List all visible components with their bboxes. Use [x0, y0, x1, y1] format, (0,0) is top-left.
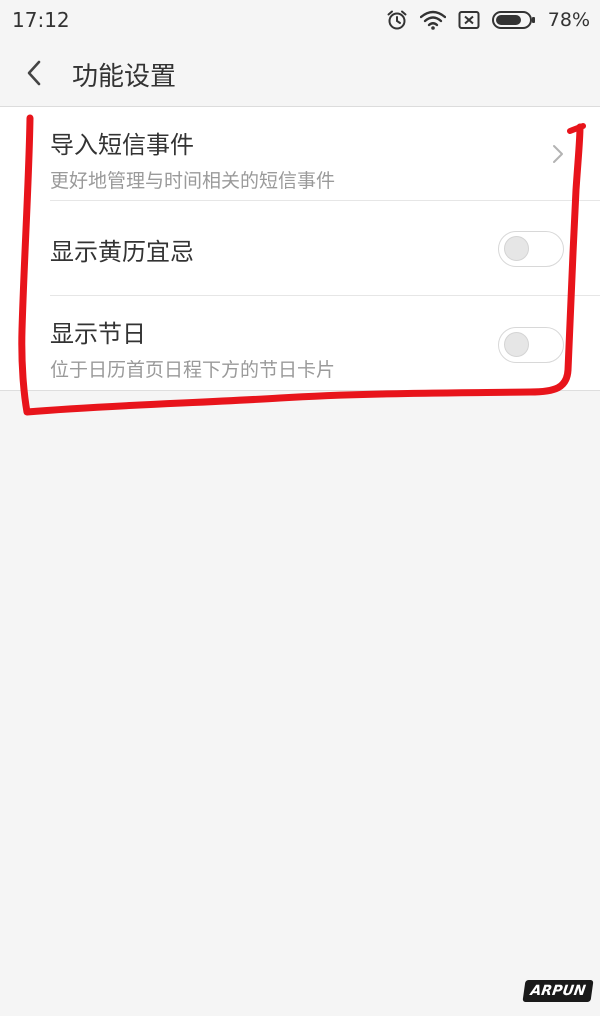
status-icons: 78%	[386, 7, 590, 33]
setting-subtitle: 更好地管理与时间相关的短信事件	[50, 170, 336, 192]
status-bar: 17:12 78%	[0, 0, 600, 40]
battery-icon	[491, 11, 535, 29]
holidays-toggle[interactable]	[498, 327, 564, 363]
alarm-icon	[387, 10, 407, 30]
almanac-toggle[interactable]	[498, 231, 564, 267]
watermark-logo: ARPUN	[522, 980, 594, 1002]
title-bar: 功能设置	[0, 40, 600, 107]
chevron-left-icon[interactable]	[18, 56, 52, 90]
chevron-right-icon	[553, 145, 563, 163]
sim-card-icon	[458, 11, 480, 29]
toggle-knob	[504, 332, 529, 357]
setting-title: 导入短信事件	[50, 131, 194, 159]
setting-show-holidays[interactable]: 显示节日 位于日历首页日程下方的节日卡片	[0, 296, 600, 390]
setting-import-sms-events[interactable]: 导入短信事件 更好地管理与时间相关的短信事件	[0, 107, 600, 201]
wifi-icon	[419, 10, 446, 30]
page-title: 功能设置	[72, 62, 177, 92]
setting-show-almanac[interactable]: 显示黄历宜忌	[0, 201, 600, 296]
toggle-knob	[504, 236, 529, 261]
battery-percent: 78%	[547, 9, 590, 31]
status-time: 17:12	[12, 8, 70, 32]
settings-list: 导入短信事件 更好地管理与时间相关的短信事件 显示黄历宜忌 显示节日 位于日历首…	[0, 107, 600, 391]
